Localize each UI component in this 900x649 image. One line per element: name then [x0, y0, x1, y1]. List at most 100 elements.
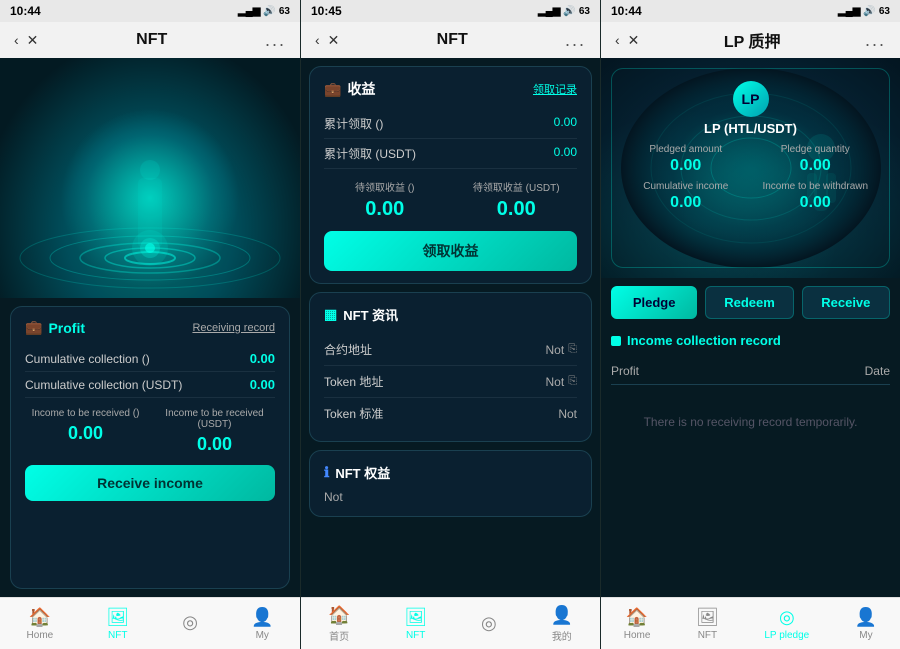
home-icon-3: 🏠: [626, 607, 648, 628]
nav-left-3: ‹ ✕: [615, 32, 639, 49]
cumulative-collection-row-1: Cumulative collection () 0.00: [25, 346, 275, 372]
back-icon-3[interactable]: ‹: [615, 32, 620, 48]
record-table-header: Profit Date: [611, 358, 890, 385]
hero-rings: [10, 98, 290, 298]
nav-dots-2[interactable]: ...: [565, 30, 586, 51]
panel-nft-shouyi: 10:45 ▂▄▆ 🔊 63 ‹ ✕ NFT ... 💼 收益 领取记录: [300, 0, 600, 649]
profit-title: 💼 Profit: [25, 319, 85, 336]
nft-equity-card: ℹ NFT 权益 Not: [309, 450, 592, 517]
center-icon-2: ◎: [481, 613, 497, 634]
my-icon-3: 👤: [855, 607, 877, 628]
hero-image-1: [0, 58, 300, 298]
tab-my-3[interactable]: 👤 My: [855, 607, 877, 641]
nft-info-row-2: Token 地址 Not ⎘: [324, 366, 577, 398]
cumulative-value-2: 0.00: [250, 377, 275, 392]
panel-nft-profit: 10:44 ▂▄▆ 🔊 63 ‹ ✕ NFT ...: [0, 0, 300, 649]
nav-bar-1: ‹ ✕ NFT ...: [0, 22, 300, 58]
shouyi-row-1: 累计领取 () 0.00: [324, 109, 577, 139]
tab-lp-label: LP pledge: [764, 630, 809, 641]
redeem-btn[interactable]: Redeem: [705, 286, 793, 319]
lp-pledge-icon: ◎: [779, 607, 795, 628]
copy-icon-2[interactable]: ⎘: [568, 375, 577, 388]
tab-center-2[interactable]: ◎: [481, 613, 497, 634]
nft-info-card: ▦ NFT 资讯 合约地址 Not ⎘ Token 地址 Not ⎘ Token…: [309, 292, 592, 442]
tab-home-1[interactable]: 🏠 Home: [27, 607, 54, 641]
lingqu-btn[interactable]: 领取收益: [324, 231, 577, 271]
battery-icon-1: 63: [279, 6, 290, 17]
collect-label-1: 待领取收益 (): [324, 179, 446, 194]
tab-nft-3[interactable]: 🖼 NFT: [696, 607, 719, 641]
nft-equity-icon: ℹ: [324, 464, 329, 481]
back-icon-2[interactable]: ‹: [315, 32, 320, 48]
signal-icon-2: ▂▄▆: [538, 6, 560, 17]
tab-my-1[interactable]: 👤 My: [251, 607, 273, 641]
nav-title-2: NFT: [437, 31, 468, 49]
shouyi-card: 💼 收益 领取记录 累计领取 () 0.00 累计领取 (USDT) 0.00 …: [309, 66, 592, 284]
nav-dots-1[interactable]: ...: [265, 30, 286, 51]
close-icon-1[interactable]: ✕: [27, 32, 39, 49]
record-empty-msg: There is no receiving record temporarily…: [611, 385, 890, 459]
income-col-1: Income to be received () 0.00: [25, 408, 146, 455]
lp-stat-cumulative-income: Cumulative income 0.00: [624, 181, 748, 212]
income-label-1: Income to be received (): [25, 408, 146, 419]
lp-token-name: LP (HTL/USDT): [704, 121, 797, 136]
nft-info-val-2: Not ⎘: [546, 373, 578, 390]
tab-home-2[interactable]: 🏠 首页: [328, 605, 350, 643]
income-record-section: Income collection record Profit Date The…: [601, 327, 900, 597]
lp-stats: Pledged amount 0.00 Pledge quantity 0.00…: [624, 144, 877, 212]
nft-info-title: ▦ NFT 资讯: [324, 305, 577, 324]
copy-icon-1[interactable]: ⎘: [568, 343, 577, 356]
receiving-record-link[interactable]: Receiving record: [192, 322, 275, 334]
nav-bar-2: ‹ ✕ NFT ...: [301, 22, 600, 58]
record-header-date: Date: [865, 364, 890, 378]
bottom-nav-3: 🏠 Home 🖼 NFT ◎ LP pledge 👤 My: [601, 597, 900, 649]
shouyi-row-2: 累计领取 (USDT) 0.00: [324, 139, 577, 169]
nft-icon-3: 🖼: [696, 607, 719, 628]
signal-icon-1: ▂▄▆: [238, 6, 260, 17]
cumulative-income-label: Cumulative income: [643, 181, 728, 192]
close-icon-2[interactable]: ✕: [328, 32, 340, 49]
pledge-btn[interactable]: Pledge: [611, 286, 697, 319]
tab-home-label-1: Home: [27, 630, 54, 641]
tab-home-3[interactable]: 🏠 Home: [624, 607, 651, 641]
receive-income-btn[interactable]: Receive income: [25, 465, 275, 501]
bottom-nav-1: 🏠 Home 🖼 NFT ◎ 👤 My: [0, 597, 300, 649]
tab-nft-2[interactable]: 🖼 NFT: [404, 607, 427, 641]
tab-center-1[interactable]: ◎: [182, 612, 198, 635]
wifi-icon-3: 🔊: [863, 6, 875, 17]
cumulative-income-val: 0.00: [670, 194, 701, 212]
back-icon-1[interactable]: ‹: [14, 32, 19, 48]
nft-info-row-1: 合约地址 Not ⎘: [324, 334, 577, 366]
close-icon-3[interactable]: ✕: [628, 32, 640, 49]
shouyi-header: 💼 收益 领取记录: [324, 79, 577, 99]
tab-home-label-3: Home: [624, 630, 651, 641]
status-icons-2: ▂▄▆ 🔊 63: [538, 6, 590, 17]
income-value-2: 0.00: [154, 434, 275, 455]
tab-my-2[interactable]: 👤 我的: [551, 605, 573, 643]
tab-lp-pledge[interactable]: ◎ LP pledge: [764, 607, 809, 641]
cumulative-collection-row-2: Cumulative collection (USDT) 0.00: [25, 372, 275, 398]
collect-col-2: 待领取收益 (USDT) 0.00: [456, 179, 578, 221]
nav-title-3: LP 质押: [724, 28, 781, 52]
nft-icon-2: 🖼: [404, 607, 427, 628]
tab-my-label-1: My: [256, 630, 269, 641]
income-col-2: Income to be received (USDT) 0.00: [154, 408, 275, 455]
profit-card-header: 💼 Profit Receiving record: [25, 319, 275, 336]
nav-bar-3: ‹ ✕ LP 质押 ...: [601, 22, 900, 58]
signal-icon-3: ▂▄▆: [838, 6, 860, 17]
lingqu-record-link[interactable]: 领取记录: [533, 81, 577, 97]
tab-nft-label-2: NFT: [406, 630, 425, 641]
profit-card: 💼 Profit Receiving record Cumulative col…: [10, 306, 290, 589]
receive-btn[interactable]: Receive: [802, 286, 890, 319]
tab-nft-1[interactable]: 🖼 NFT: [106, 607, 129, 641]
status-icons-1: ▂▄▆ 🔊 63: [238, 6, 290, 17]
lp-stat-income-withdraw: Income to be withdrawn 0.00: [754, 181, 878, 212]
lp-token-icon: LP: [733, 81, 769, 117]
battery-icon-2: 63: [579, 6, 590, 17]
income-record-icon: [611, 336, 621, 346]
collect-split: 待领取收益 () 0.00 待领取收益 (USDT) 0.00: [324, 179, 577, 221]
tab-my-label-3: My: [859, 630, 872, 641]
shouyi-title: 💼 收益: [324, 79, 375, 99]
nav-dots-3[interactable]: ...: [865, 30, 886, 51]
nft-equity-title: ℹ NFT 权益: [324, 463, 577, 482]
